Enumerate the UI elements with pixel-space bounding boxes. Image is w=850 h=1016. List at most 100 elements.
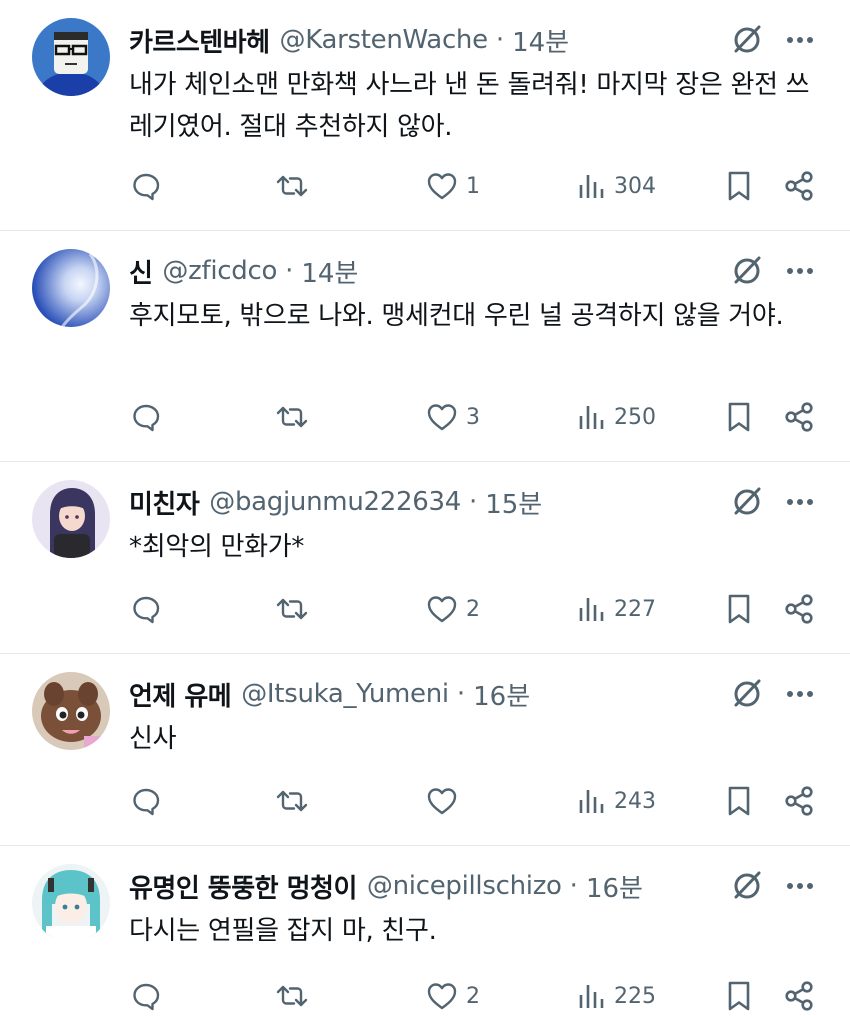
user-handle[interactable]: @KarstenWache [280,25,489,55]
tweet-header: 언제 유메 @Itsuka_Yumeni · 16분 [129,674,530,714]
view-count: 227 [614,596,656,622]
tweet-card[interactable]: 언제 유메 @Itsuka_Yumeni · 16분 신사 243 [0,654,850,846]
like-button[interactable] [426,781,466,821]
more-dots-icon[interactable] [782,678,818,710]
grok-icon[interactable] [729,676,765,712]
reply-icon [133,404,160,432]
heart-icon [427,596,457,623]
retweet-icon [276,175,308,197]
user-handle[interactable]: @bagjunmu222634 [209,487,461,517]
reply-button[interactable] [131,397,161,437]
more-dots-icon[interactable] [782,870,818,902]
heart-icon [427,173,457,200]
retweet-button[interactable] [274,781,310,821]
view-count: 225 [614,983,656,1009]
tweet-card[interactable]: 미친자 @bagjunmu222634 · 15분 *최악의 만화가* 2 22… [0,462,850,654]
separator-dot: · [468,487,478,517]
separator-dot: · [569,871,578,901]
share-icon [785,402,813,432]
tweet-card[interactable]: 유명인 뚱뚱한 멍청이 @nicepillschizo · 16분 다시는 연필… [0,846,850,1011]
reply-button[interactable] [131,781,161,821]
share-button[interactable] [783,589,815,629]
display-name[interactable]: 신 [129,253,153,290]
bookmark-button[interactable] [724,589,754,629]
reply-button[interactable] [131,976,161,1016]
like-button[interactable]: 2 [426,589,480,629]
tweet-text: 신사 [129,724,177,754]
timestamp[interactable]: 16분 [473,676,530,713]
action-bar: 2 225 [0,976,850,1016]
avatar[interactable] [32,480,110,558]
retweet-icon [276,598,308,620]
views-chart-icon [579,790,604,813]
bookmark-button[interactable] [724,976,754,1016]
share-icon [785,594,813,624]
grok-icon[interactable] [729,253,765,289]
avatar[interactable] [32,672,110,750]
bookmark-button[interactable] [724,166,754,206]
reply-button[interactable] [131,166,161,206]
retweet-button[interactable] [274,976,310,1016]
bookmark-icon [728,786,750,816]
reply-feed: 카르스텐바헤 @KarstenWache · 14분 내가 체인소맨 만화책 사… [0,0,850,1011]
grok-icon[interactable] [729,22,765,58]
like-button[interactable]: 3 [426,397,480,437]
views-chart-icon [579,175,604,198]
display-name[interactable]: 카르스텐바헤 [129,22,270,59]
views-button[interactable]: 250 [576,397,656,437]
tweet-header: 카르스텐바헤 @KarstenWache · 14분 [129,20,569,60]
display-name[interactable]: 유명인 뚱뚱한 멍청이 [129,868,357,905]
views-button[interactable]: 243 [576,781,656,821]
views-button[interactable]: 304 [576,166,656,206]
display-name[interactable]: 미친자 [129,484,200,521]
separator-dot: · [456,679,466,709]
timestamp[interactable]: 14분 [301,253,358,290]
tweet-header: 신 @zficdco · 14분 [129,251,358,291]
tweet-header: 미친자 @bagjunmu222634 · 15분 [129,482,542,522]
tweet-card[interactable]: 신 @zficdco · 14분 후지모토, 밖으로 나와. 맹세컨대 우린 널… [0,231,850,462]
avatar[interactable] [32,864,110,942]
share-button[interactable] [783,976,815,1016]
heart-icon [427,788,457,815]
action-bar: 2 227 [0,589,850,629]
views-chart-icon [579,598,604,621]
tweet-header: 유명인 뚱뚱한 멍청이 @nicepillschizo · 16분 [129,866,643,906]
views-chart-icon [579,406,604,429]
grok-icon[interactable] [729,484,765,520]
user-handle[interactable]: @zficdco [162,256,277,286]
user-handle[interactable]: @nicepillschizo [367,871,562,901]
share-icon [785,981,813,1011]
timestamp[interactable]: 15분 [485,484,542,521]
tweet-text: *최악의 만화가* [129,532,305,562]
retweet-button[interactable] [274,397,310,437]
bookmark-button[interactable] [724,397,754,437]
display-name[interactable]: 언제 유메 [129,676,232,713]
tweet-card[interactable]: 카르스텐바헤 @KarstenWache · 14분 내가 체인소맨 만화책 사… [0,0,850,231]
avatar[interactable] [32,18,110,96]
user-handle[interactable]: @Itsuka_Yumeni [241,679,449,709]
grok-icon[interactable] [729,868,765,904]
share-button[interactable] [783,781,815,821]
heart-icon [427,983,457,1010]
views-button[interactable]: 227 [576,589,656,629]
reply-button[interactable] [131,589,161,629]
share-button[interactable] [783,166,815,206]
like-button[interactable]: 2 [426,976,480,1016]
timestamp[interactable]: 16분 [586,868,643,905]
reply-icon [133,596,160,624]
avatar[interactable] [32,249,110,327]
like-button[interactable]: 1 [426,166,480,206]
timestamp[interactable]: 14분 [512,22,569,59]
views-button[interactable]: 225 [576,976,656,1016]
retweet-button[interactable] [274,589,310,629]
more-dots-icon[interactable] [782,486,818,518]
heart-icon [427,404,457,431]
share-button[interactable] [783,397,815,437]
view-count: 243 [614,788,656,814]
bookmark-button[interactable] [724,781,754,821]
tweet-text: 내가 체인소맨 만화책 사느라 낸 돈 돌려줘! 마지막 장은 완전 쓰레기였어… [129,70,810,142]
more-dots-icon[interactable] [782,24,818,56]
retweet-button[interactable] [274,166,310,206]
share-icon [785,171,813,201]
more-dots-icon[interactable] [782,255,818,287]
